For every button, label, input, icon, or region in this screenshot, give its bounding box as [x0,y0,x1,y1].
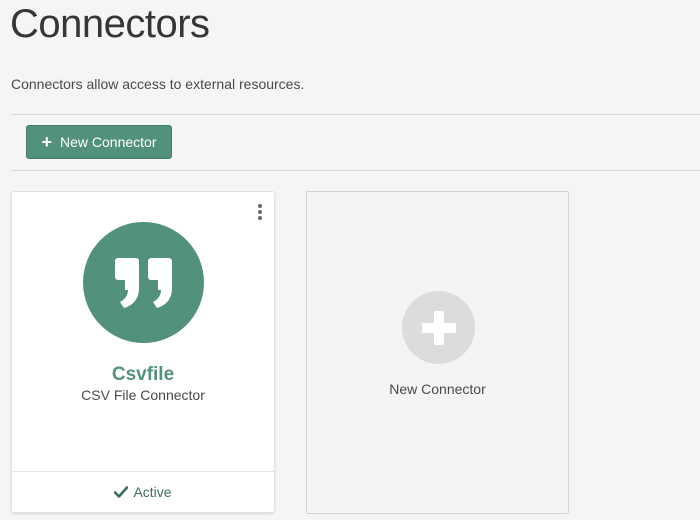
kebab-menu-icon[interactable] [256,204,264,220]
connector-card-csvfile[interactable]: Csvfile CSV File Connector Active [11,191,275,513]
new-connector-button-label: New Connector [60,134,157,150]
connector-subtitle: CSV File Connector [81,387,205,403]
connectors-page: Connectors Connectors allow access to ex… [0,0,700,520]
connector-status: Active [12,471,274,512]
new-connector-card-label: New Connector [389,381,486,397]
page-title: Connectors [10,2,210,46]
divider [11,170,700,171]
connector-name[interactable]: Csvfile [12,364,274,386]
check-icon [114,486,129,498]
plus-icon: + [41,131,52,152]
connector-avatar [83,222,204,343]
plus-circle [402,291,475,364]
status-label: Active [133,484,172,500]
quote-icon [114,257,172,308]
divider [11,114,700,115]
new-connector-button[interactable]: + New Connector [26,125,172,159]
page-description: Connectors allow access to external reso… [11,76,305,92]
new-connector-card[interactable]: New Connector [306,191,569,514]
plus-icon [421,310,456,345]
